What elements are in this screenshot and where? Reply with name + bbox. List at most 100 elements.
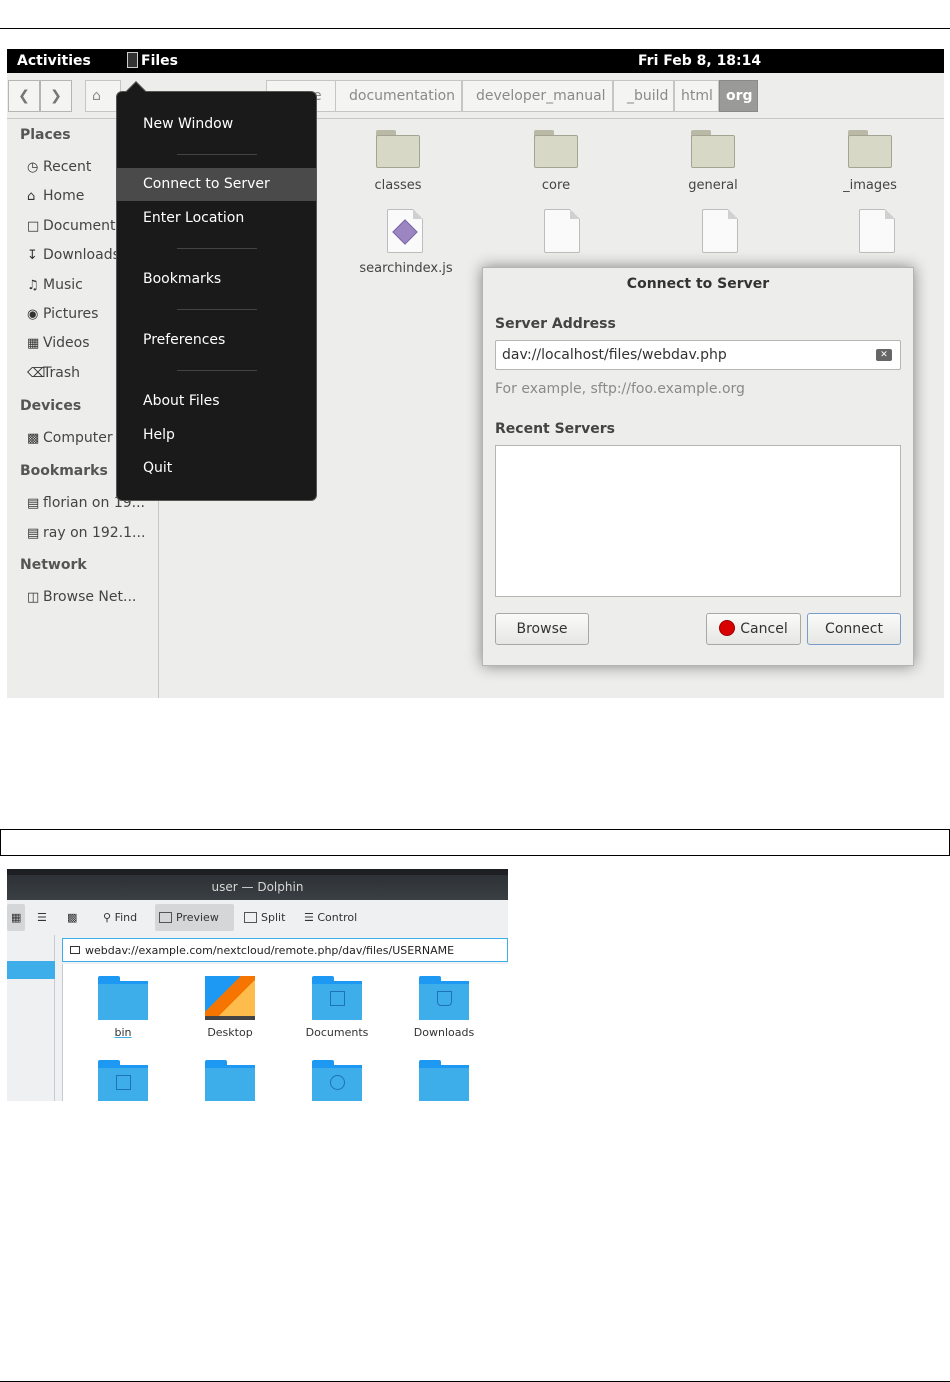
recent-servers-list[interactable] [495,445,901,597]
image-icon [159,912,172,923]
control-label: Control [317,911,358,924]
menu-item-enter-location[interactable]: Enter Location [143,210,244,226]
menu-item-new-window[interactable]: New Window [143,116,233,132]
dolphin-places-panel [7,935,55,1101]
html-file-icon[interactable] [702,209,738,253]
gnome-top-bar: Activities Files Fri Feb 8, 18:14 [7,49,944,73]
folder-icon[interactable] [848,130,892,168]
menu-item-connect-to-server[interactable]: Connect to Server [117,168,316,201]
sidebar-item-documents[interactable]: □ Documents [27,218,123,234]
browse-button[interactable]: Browse [495,613,589,645]
breadcrumb-item[interactable]: documentation [335,80,462,112]
stop-icon [719,620,736,636]
folder-icon[interactable] [691,130,735,168]
menu-item-preferences[interactable]: Preferences [143,332,225,348]
connect-button[interactable]: Connect [807,613,901,645]
clock[interactable]: Fri Feb 8, 18:14 [638,53,761,69]
music-icon: ♫ [27,278,39,293]
gnome-files-screenshot: Activities Files Fri Feb 8, 18:14 ❮ ❯ ⌂ … [7,49,944,698]
menu-separator [177,248,257,249]
folder-icon[interactable] [534,130,578,168]
menu-item-help[interactable]: Help [143,427,175,443]
file-label[interactable]: bin [73,1026,173,1039]
sidebar-item-home[interactable]: ⌂ Home [27,188,84,204]
menu-item-bookmarks[interactable]: Bookmarks [143,271,221,287]
back-button[interactable]: ❮ [8,80,40,112]
split-label: Split [261,911,286,924]
folder-icon[interactable] [376,130,420,168]
caption-box [0,829,950,856]
html-file-icon[interactable] [859,209,895,253]
sidebar-item-trash[interactable]: ⌫Trash [27,365,80,381]
menu-item-about[interactable]: About Files [143,393,220,409]
public-folder-icon[interactable] [312,1060,362,1101]
places-selected-item[interactable] [7,961,55,979]
forward-button[interactable]: ❯ [40,80,72,112]
menu-item-quit[interactable]: Quit [143,460,172,476]
app-menu-dropdown: New Window Connect to Server Enter Locat… [116,81,317,501]
document-icon: □ [27,219,40,234]
menu-separator [177,370,257,371]
home-icon: ⌂ [27,189,36,204]
sidebar-item-pictures[interactable]: ◉ Pictures [27,306,98,322]
trash-icon: ⌫ [27,366,46,381]
recent-servers-label: Recent Servers [495,421,615,437]
dolphin-screenshot: user — Dolphin ▦ ☰ ▩ ⚲ Find Preview Spli… [7,869,508,1101]
breadcrumb-current[interactable]: org [719,80,758,112]
sidebar-item-computer[interactable]: ▩ Computer [27,430,113,446]
preview-button[interactable]: Preview [155,904,234,931]
file-label[interactable]: Desktop [180,1026,280,1039]
breadcrumb-item[interactable]: developer_manual [462,80,613,112]
javascript-file-icon[interactable] [387,209,423,253]
file-label[interactable]: Downloads [394,1026,494,1039]
pictures-folder-icon[interactable] [98,1060,148,1101]
file-label[interactable]: core [496,178,616,193]
activities-button[interactable]: Activities [17,53,91,69]
preview-label: Preview [176,911,219,924]
sidebar-item-videos[interactable]: ▦ Videos [27,335,90,351]
file-label[interactable]: general [653,178,773,193]
location-bar[interactable]: webdav://example.com/nextcloud/remote.ph… [62,938,508,962]
clear-text-icon[interactable]: ✕ [876,349,892,361]
sidebar-item-music[interactable]: ♫ Music [27,277,83,293]
sidebar-item-bookmark[interactable]: ▤ ray on 192.1... [27,525,145,541]
folder-icon[interactable] [419,1060,469,1101]
sidebar-item-downloads[interactable]: ↧ Downloads [27,247,120,263]
window-title: user — Dolphin [211,880,304,894]
server-address-input[interactable]: dav://localhost/files/webdav.php ✕ [495,340,901,370]
file-label[interactable]: Documents [287,1026,387,1039]
cancel-button[interactable]: Cancel [706,613,801,645]
top-rule [0,28,950,29]
sidebar-item-recent[interactable]: ◷ Recent [27,159,91,175]
app-menu-button[interactable]: Files [125,49,184,73]
downloads-folder-icon[interactable] [419,976,469,1020]
menu-separator [177,309,257,310]
menu-separator [177,154,257,155]
file-label[interactable]: searchindex.js [346,261,466,276]
split-button[interactable]: Split [240,904,289,931]
sidebar-item-browse-network[interactable]: ◫ Browse Net... [27,589,136,605]
folder-icon [70,946,80,954]
documents-folder-icon[interactable] [312,976,362,1020]
home-icon: ⌂ [92,88,101,104]
details-view-button[interactable]: ▩ [63,904,81,931]
title-bar-strip [7,869,508,875]
find-button[interactable]: ⚲ Find [99,904,141,931]
desktop-folder-icon[interactable] [205,976,255,1020]
compact-view-button[interactable]: ☰ [33,904,51,931]
find-label: Find [114,911,138,924]
dialog-title: Connect to Server [626,276,770,292]
breadcrumb-item[interactable]: _build [613,80,674,112]
file-label[interactable]: _images [810,178,930,193]
icons-view-button[interactable]: ▦ [7,904,26,931]
file-label[interactable]: classes [338,178,458,193]
folder-icon[interactable] [98,976,148,1020]
connect-to-server-dialog: Connect to Server Server Address dav://l… [482,267,914,666]
html-file-icon[interactable] [544,209,580,253]
dolphin-toolbar: ▦ ☰ ▩ ⚲ Find Preview Split ☰ Control [7,900,508,935]
breadcrumb-item[interactable]: html [674,80,719,112]
sidebar-item-label: Trash [43,365,80,381]
sidebar-heading-devices: Devices [20,398,82,414]
folder-icon[interactable] [205,1060,255,1101]
control-button[interactable]: ☰ Control [300,904,361,931]
